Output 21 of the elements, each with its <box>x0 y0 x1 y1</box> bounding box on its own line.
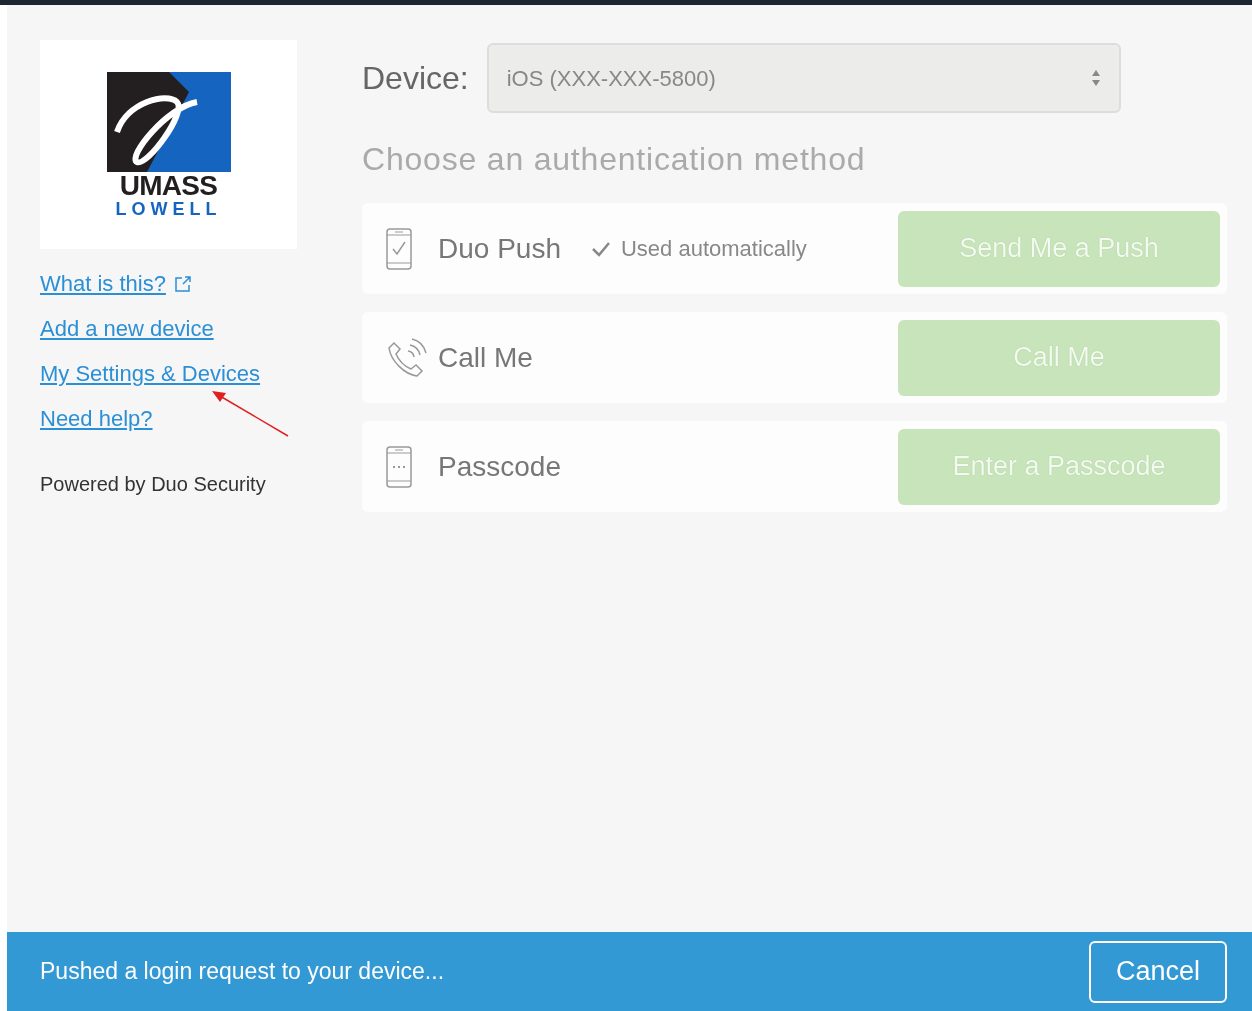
method-label: Duo Push <box>438 231 561 266</box>
status-message: Pushed a login request to your device... <box>40 957 445 987</box>
powered-by-text: Powered by Duo Security <box>40 472 267 497</box>
link[interactable]: My Settings & Devices <box>40 357 261 390</box>
phone-ringing-icon <box>386 336 428 379</box>
phone-keypad-icon <box>386 445 412 488</box>
link[interactable]: Add a new device <box>40 312 214 345</box>
phone-check-icon <box>386 227 412 270</box>
logo-mark-icon <box>106 71 231 172</box>
link[interactable]: Need help? <box>40 402 153 435</box>
method-note: Used automatically <box>620 235 807 263</box>
section-heading: Choose an authentication method <box>362 140 867 179</box>
logo-wordmark: UMASS <box>119 171 218 200</box>
check-icon <box>590 240 611 257</box>
device-label: Device: <box>362 59 469 98</box>
link[interactable]: What is this? <box>40 267 192 300</box>
logo-subtitle: LOWELL <box>115 199 222 218</box>
cancel-button[interactable]: Cancel <box>1089 940 1227 1003</box>
method-label: Call Me <box>438 340 533 375</box>
method-label: Passcode <box>438 449 561 484</box>
external-link-icon <box>173 274 192 293</box>
